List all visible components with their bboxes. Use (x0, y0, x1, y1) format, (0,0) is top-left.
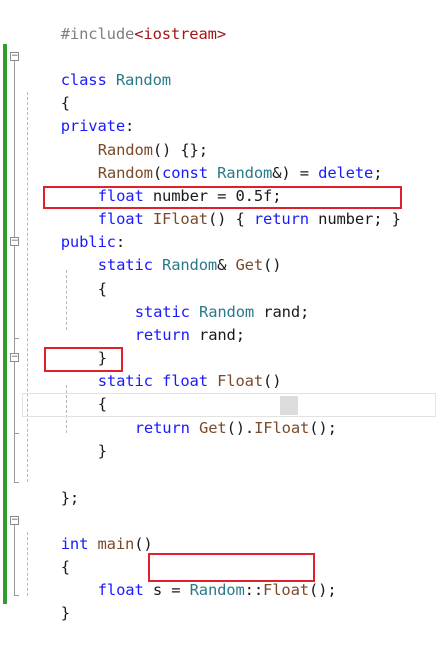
brace: }; (60, 489, 80, 507)
code-text: number; } (308, 210, 401, 228)
fold-end-float (14, 433, 19, 434)
fold-guide-float (14, 362, 15, 433)
code-text: s = (143, 581, 190, 599)
code-line-18[interactable]: return Get().IFloat(); (98, 394, 337, 437)
fold-guide-get (14, 246, 15, 338)
brace: } (60, 604, 70, 622)
code-line-17[interactable]: { (61, 370, 107, 413)
function-name: Float (263, 581, 309, 599)
code-editor[interactable]: − − − − #include<iostream> class Random … (0, 0, 436, 622)
collapse-main-icon[interactable]: − (10, 516, 19, 525)
collapse-float-icon[interactable]: − (10, 353, 19, 362)
keyword: return (134, 326, 190, 344)
collapse-class-icon[interactable]: − (10, 52, 19, 61)
code-line-7[interactable]: Random(const Random&) = delete; (61, 139, 383, 182)
fold-end-main (14, 595, 19, 596)
class-name: Random (115, 71, 171, 89)
code-line-3[interactable]: class Random (24, 46, 171, 89)
function-name: main (97, 535, 135, 553)
function-name: IFloat (152, 210, 208, 228)
preprocessor-directive: #include (60, 25, 135, 43)
code-line-12[interactable]: { (61, 255, 107, 298)
include-header: iostream (143, 25, 217, 43)
code-line-19[interactable]: } (61, 417, 107, 460)
code-text: () (263, 372, 282, 390)
function-name: IFloat (254, 419, 310, 437)
keyword: float (97, 581, 144, 599)
code-text: () (263, 256, 282, 274)
code-line-21[interactable]: }; (24, 464, 80, 507)
code-line-8[interactable]: float number = 0.5f; (61, 162, 282, 205)
annotation-box-static (44, 347, 123, 372)
code-text: (); (308, 581, 337, 599)
code-text: ; (373, 164, 383, 182)
scope-operator: :: (244, 581, 264, 599)
code-line-13[interactable]: static Random rand; (98, 278, 310, 321)
function-name: Get (199, 419, 227, 437)
code-line-14[interactable]: return rand; (98, 301, 245, 344)
collapse-get-icon[interactable]: − (10, 237, 19, 246)
code-line-1[interactable]: #include<iostream> (24, 0, 226, 43)
code-line-11[interactable]: static Random& Get() (61, 231, 282, 274)
code-text: rand; (254, 303, 310, 321)
code-line-15[interactable]: } (61, 324, 107, 367)
code-text: () (134, 535, 153, 553)
fold-end-class (14, 482, 19, 483)
code-text: & (217, 256, 236, 274)
keyword: return (134, 419, 190, 437)
type-name: Random (162, 256, 218, 274)
code-line-23[interactable]: int main() (24, 510, 153, 553)
keyword: return (253, 210, 309, 228)
keyword: float (162, 372, 208, 390)
keyword: delete (318, 164, 374, 182)
code-line-5[interactable]: private: (24, 92, 135, 135)
code-text: (). (226, 419, 255, 437)
code-line-4[interactable]: { (24, 69, 70, 112)
matched-parens: () (309, 419, 328, 437)
include-bracket: < (134, 25, 144, 43)
annotation-box-ifloat (43, 186, 402, 209)
function-name: Float (217, 372, 264, 390)
fold-end-get (14, 338, 19, 339)
type-name: Random (189, 581, 245, 599)
code-line-26[interactable]: } (24, 579, 70, 622)
fold-guide-main (14, 525, 15, 595)
code-text: ; (327, 419, 337, 437)
code-text: () { (207, 210, 254, 228)
code-line-24[interactable]: { (24, 533, 70, 576)
code-line-10[interactable]: public: (24, 208, 125, 251)
code-text: rand; (189, 326, 245, 344)
include-bracket: > (216, 25, 227, 43)
change-tracking-bar (3, 44, 7, 604)
annotation-box-call (148, 553, 315, 582)
function-name: Get (235, 256, 264, 274)
brace: } (97, 442, 107, 460)
code-line-6[interactable]: Random() {}; (61, 116, 208, 159)
